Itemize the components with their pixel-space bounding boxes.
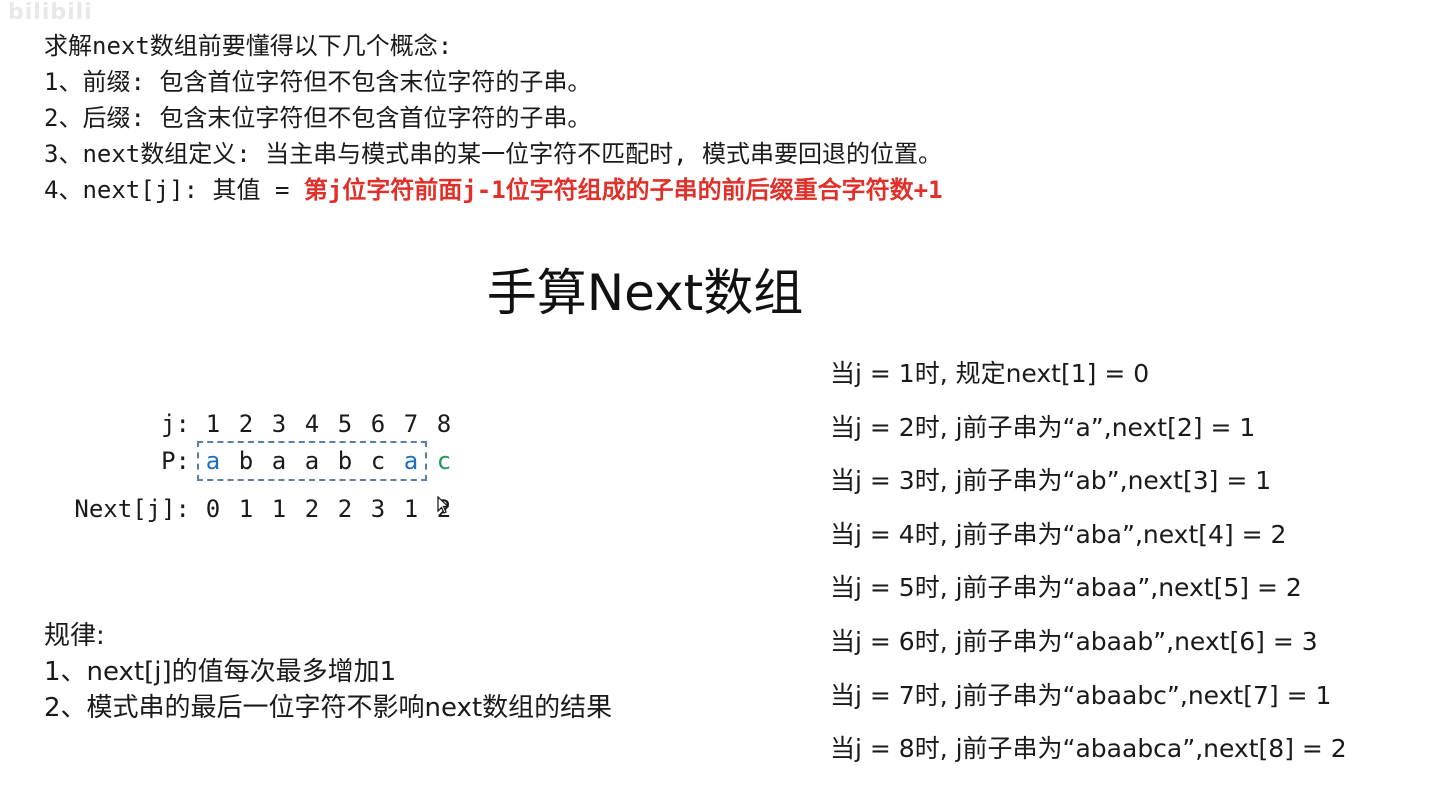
next-cell: 1 [403,495,419,523]
step-item: 当j = 8时, j前子串为“abaabca”,next[8] = 2 [830,734,1347,764]
next-label: Next[j]: [74,495,190,523]
next-cell: 0 [205,495,221,523]
concept-suffix: 2、后缀: 包含末位字符但不包含首位字符的子串。 [44,104,592,132]
p-cell: c [436,447,452,475]
steps-list: 当j = 1时, 规定next[1] = 0 当j = 2时, j前子串为“a”… [830,355,1347,784]
p-cell: a [304,447,320,475]
formula-highlight: 第j位字符前面j-1位字符组成的子串的前后缀重合字符数+1 [303,176,943,204]
j-cell: 6 [370,410,386,438]
p-cell: a [205,447,221,475]
page-title: 手算Next数组 [486,264,804,322]
p-cell: a [403,447,419,475]
j-cell: 7 [403,410,419,438]
j-cell: 1 [205,410,221,438]
concepts-block: 求解next数组前要懂得以下几个概念: 1、前缀: 包含首位字符但不包含末位字符… [44,28,943,208]
next-cell: 2 [304,495,320,523]
rule-item: 2、模式串的最后一位字符不影响next数组的结果 [44,693,613,723]
j-cell: 2 [238,410,254,438]
concept-next-formula: 4、next[j]: 其值 = 第j位字符前面j-1位字符组成的子串的前后缀重合… [44,172,943,208]
j-cell: 8 [436,410,452,438]
next-cell: 1 [238,495,254,523]
rules-heading: 规律: [44,621,105,651]
j-label: j: [161,410,190,438]
step-item: 当j = 4时, j前子串为“aba”,next[4] = 2 [830,519,1287,549]
step-item: 当j = 7时, j前子串为“abaabc”,next[7] = 1 [830,680,1332,710]
rule-item: 1、next[j]的值每次最多增加1 [44,657,397,687]
rules-block: 规律: 1、next[j]的值每次最多增加1 2、模式串的最后一位字符不影响ne… [44,618,612,726]
p-cell: b [238,447,254,475]
j-cell: 5 [337,410,353,438]
j-cell: 3 [271,410,287,438]
concept-next-definition: 3、next数组定义: 当主串与模式串的某一位字符不匹配时, 模式串要回退的位置… [44,140,943,168]
concept-prefix: 1、前缀: 包含首位字符但不包含末位字符的子串。 [44,68,592,96]
mouse-cursor-icon [437,496,449,514]
next-cell: 1 [271,495,287,523]
next-cell: 2 [337,495,353,523]
p-cell: a [271,447,287,475]
p-cell: b [337,447,353,475]
concepts-intro: 求解next数组前要懂得以下几个概念: [44,32,453,60]
p-label: P: [161,447,190,475]
step-item: 当j = 3时, j前子串为“ab”,next[3] = 1 [830,466,1272,496]
step-item: 当j = 5时, j前子串为“abaa”,next[5] = 2 [830,573,1302,603]
j-cell: 4 [304,410,320,438]
bilibili-watermark: bilibili [8,0,93,25]
formula-prefix: 4、next[j]: 其值 = [44,176,304,204]
step-item: 当j = 2时, j前子串为“a”,next[2] = 1 [830,412,1256,442]
step-item: 当j = 1时, 规定next[1] = 0 [830,359,1150,388]
step-item: 当j = 6时, j前子串为“abaab”,next[6] = 3 [830,626,1318,656]
p-cell: c [370,447,386,475]
next-cell: 3 [370,495,386,523]
